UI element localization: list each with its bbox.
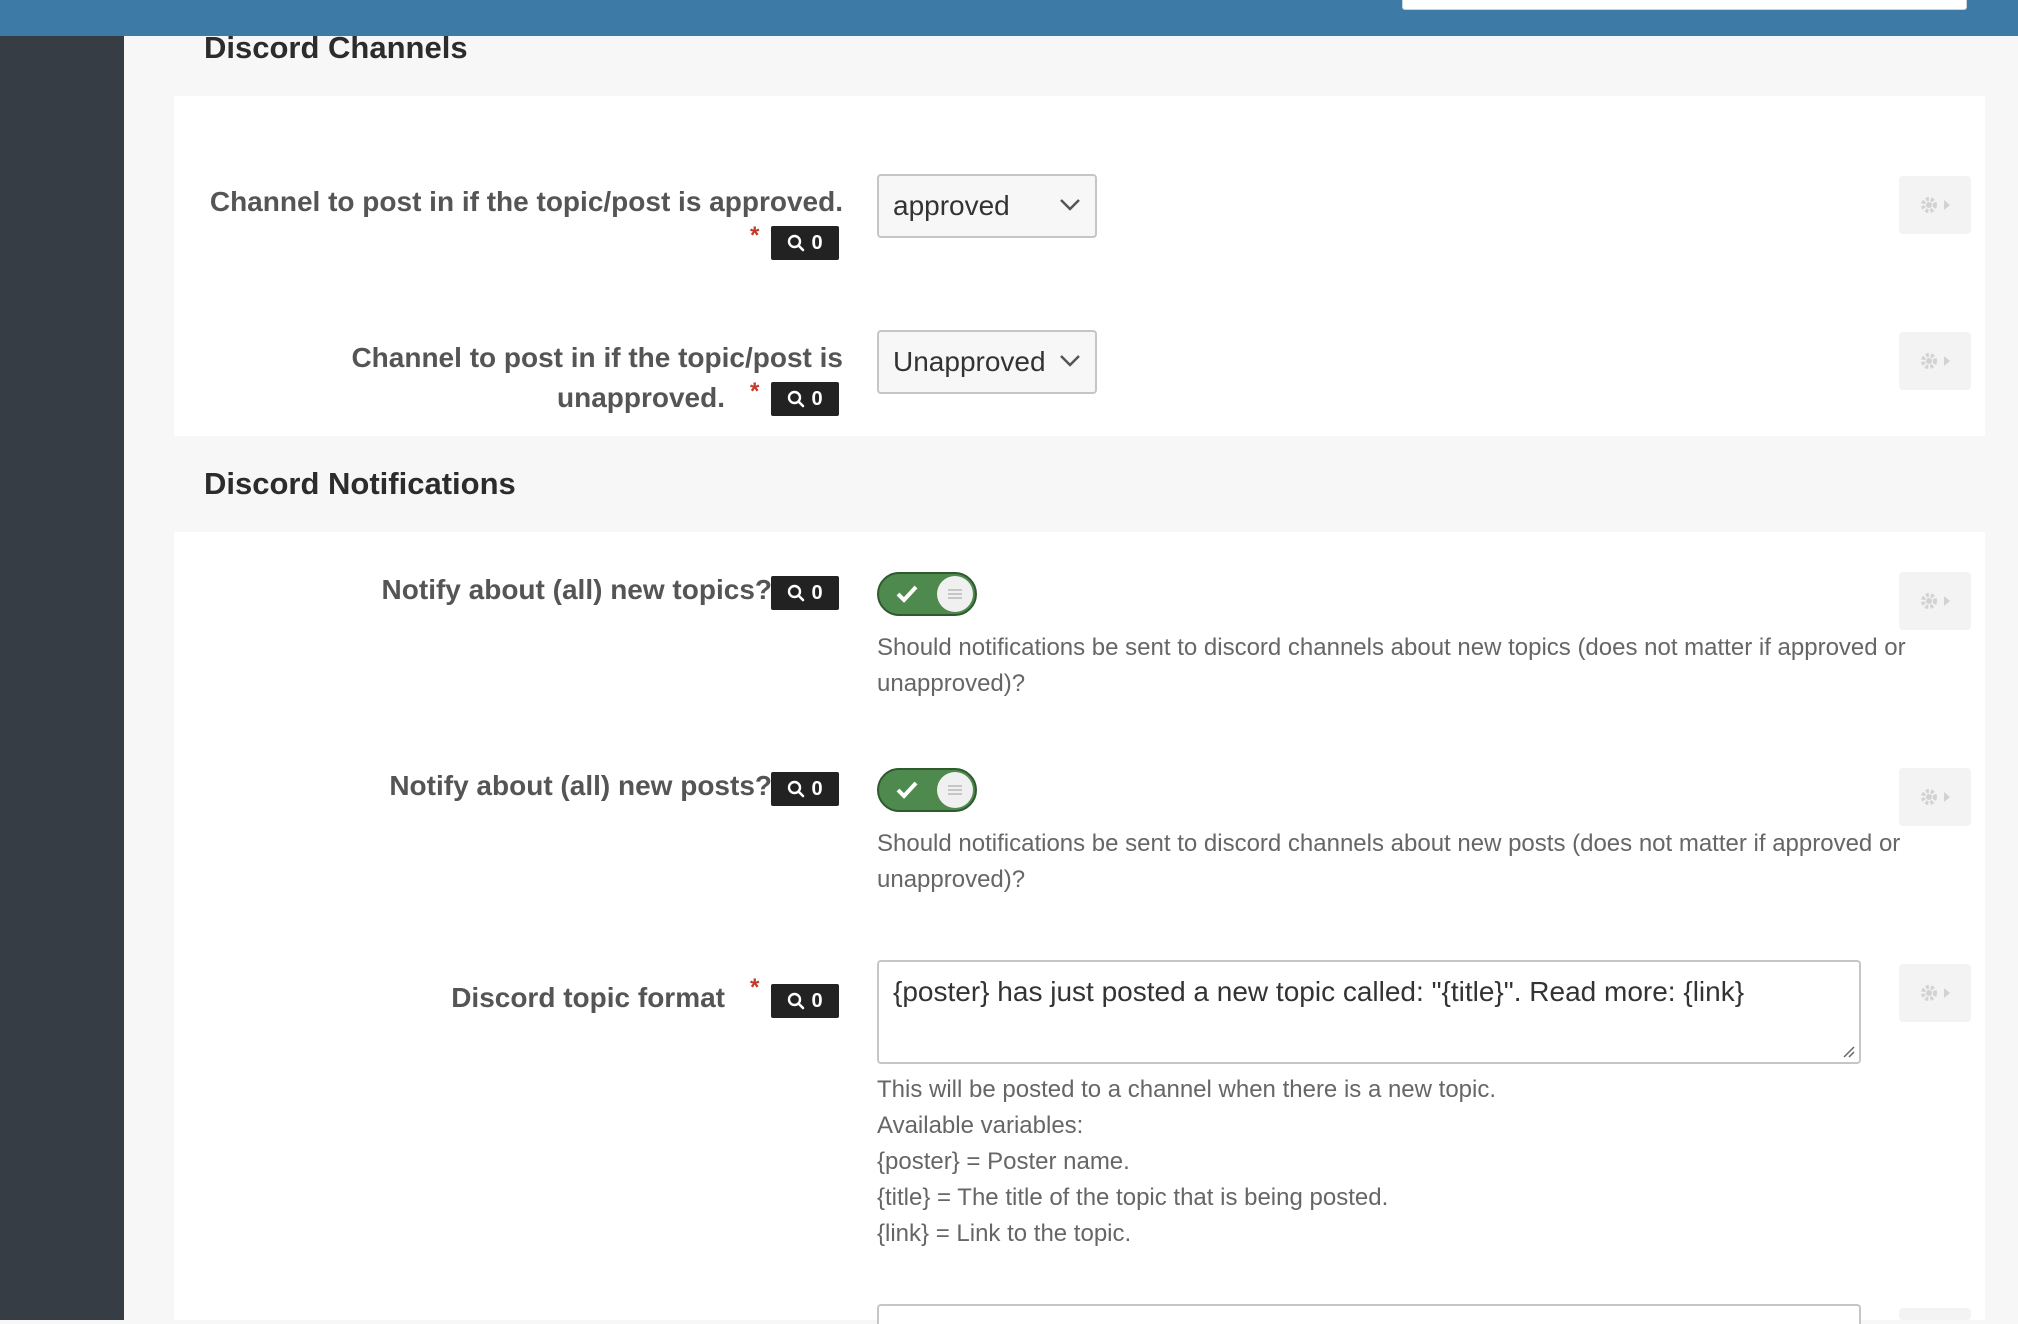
topic-format-help-line5: {link} = Link to the topic. [877,1220,1132,1247]
caret-right-icon [1944,356,1950,366]
section-title-discord-channels: Discord Channels [204,30,468,65]
topic-format-help-line2: Available variables: [877,1112,1084,1139]
badge-count: 0 [811,989,823,1012]
chevron-down-icon [1060,355,1080,367]
notify-posts-label: Notify about (all) new posts? [389,770,772,801]
check-icon [896,585,918,603]
required-marker: * [750,974,760,1001]
gear-icon [1921,789,1937,805]
check-icon [896,781,918,799]
topic-format-help-line1: This will be posted to a channel when th… [877,1076,1497,1103]
setting-options-button[interactable] [1899,1308,1971,1320]
notify-topics-label: Notify about (all) new topics? [381,574,772,605]
search-icon [788,234,805,252]
gear-icon [1921,197,1937,213]
setting-options-button[interactable] [1899,964,1971,1022]
caret-right-icon [1944,988,1950,998]
section-title-discord-notifications: Discord Notifications [204,466,516,501]
topic-format-help-line3: {poster} = Poster name. [877,1148,1130,1175]
caret-right-icon [1944,792,1950,802]
badge-count: 0 [811,231,823,254]
channels-panel: Channel to post in if the topic/post is … [174,96,1985,436]
textarea-value: {poster} has just posted a new topic cal… [893,976,1745,1007]
badge-count: 0 [811,581,823,604]
setting-options-button[interactable] [1899,572,1971,630]
notify-posts-help-line2: unapproved)? [877,866,1026,893]
toggle-knob [937,576,973,612]
search-box[interactable] [1402,0,1967,10]
unapproved-channel-label-line2: unapproved. [556,382,725,413]
gear-icon [1921,593,1937,609]
required-marker: * [750,378,760,405]
search-icon [788,780,805,798]
search-icon [788,390,805,408]
next-format-textarea[interactable] [877,1304,1861,1324]
grip-lines-icon [948,589,962,599]
select-value: approved [893,190,1010,221]
unapproved-channel-select[interactable]: Unapproved [877,330,1097,394]
unapproved-channel-label-line1: Channel to post in if the topic/post is [351,342,843,373]
badge-count: 0 [811,777,823,800]
topic-format-textarea[interactable]: {poster} has just posted a new topic cal… [877,960,1861,1064]
setting-options-button[interactable] [1899,768,1971,826]
search-count-badge[interactable]: 0 [771,382,839,416]
left-sidebar [0,36,124,1320]
topic-format-help-line4: {title} = The title of the topic that is… [877,1184,1389,1211]
approved-channel-select[interactable]: approved [877,174,1097,238]
search-icon [788,584,805,602]
resize-handle-icon[interactable] [1841,1044,1855,1058]
notify-posts-toggle[interactable] [877,768,977,812]
required-marker: * [750,222,760,249]
gear-icon [1921,353,1937,369]
notify-topics-toggle[interactable] [877,572,977,616]
setting-options-button[interactable] [1899,176,1971,234]
notify-topics-help-line1: Should notifications be sent to discord … [877,634,1906,661]
notify-topics-help-line2: unapproved)? [877,670,1026,697]
topic-format-label: Discord topic format [451,982,725,1013]
notifications-panel: Notify about (all) new topics? 0 Should … [174,532,1985,1324]
search-count-badge[interactable]: 0 [771,984,839,1018]
settings-content: Discord Channels Channel to post in if t… [155,30,1985,1324]
caret-right-icon [1944,596,1950,606]
approved-channel-label: Channel to post in if the topic/post is … [209,186,843,217]
badge-count: 0 [811,387,823,410]
caret-right-icon [1944,200,1950,210]
search-icon [788,992,805,1010]
search-count-badge[interactable]: 0 [771,576,839,610]
search-count-badge[interactable]: 0 [771,226,839,260]
chevron-down-icon [1060,199,1080,211]
select-value: Unapproved [893,346,1046,377]
gear-icon [1921,985,1937,1001]
setting-options-button[interactable] [1899,332,1971,390]
search-count-badge[interactable]: 0 [771,772,839,806]
grip-lines-icon [948,785,962,795]
notify-posts-help-line1: Should notifications be sent to discord … [877,830,1901,857]
toggle-knob [937,772,973,808]
